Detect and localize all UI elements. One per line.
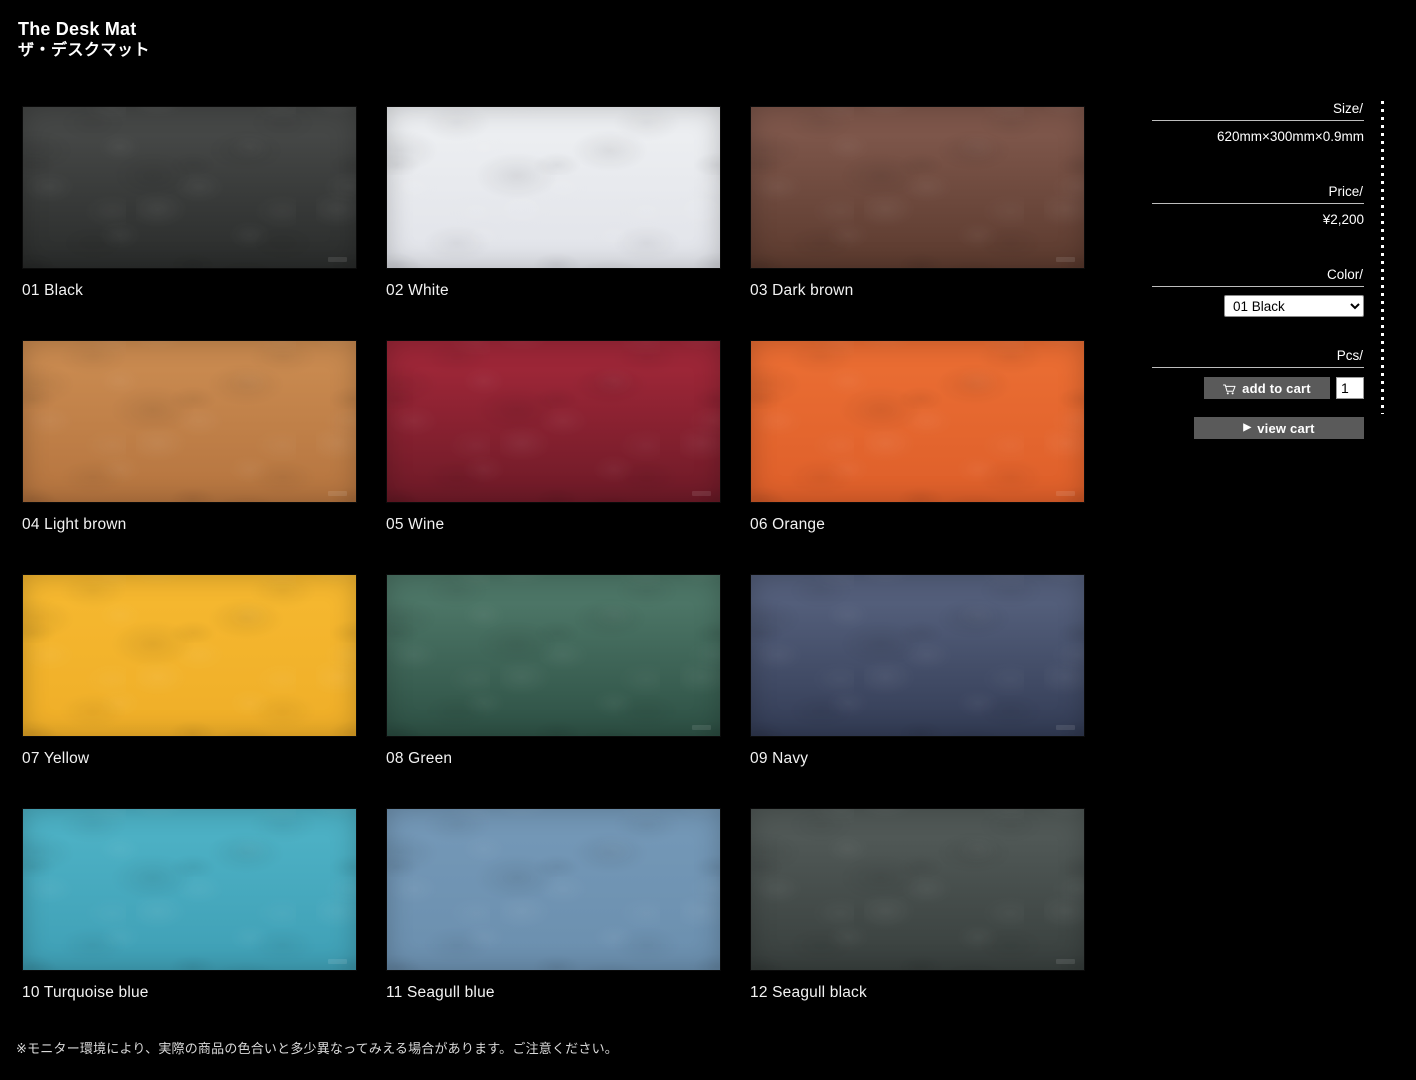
- color-swatch-label: 06 Orange: [750, 516, 826, 533]
- color-swatch-label: 08 Green: [386, 750, 453, 767]
- swatch-vignette: [387, 575, 720, 736]
- pcs-label: Pcs/: [1336, 348, 1363, 363]
- product-detail-panel: Size/ 620mm×300mm×0.9mm Price/ ¥2,200 Co…: [1152, 100, 1364, 439]
- swatch-vignette: [23, 107, 356, 268]
- dotted-divider: [1381, 101, 1384, 414]
- swatch-vignette: [751, 341, 1084, 502]
- color-select[interactable]: 01 Black02 White03 Dark brown04 Light br…: [1224, 295, 1364, 317]
- color-swatch-label: 09 Navy: [750, 750, 809, 767]
- swatch-vignette: [387, 809, 720, 970]
- page-title-jp: ザ・デスクマット: [18, 42, 151, 59]
- color-swatch-cell[interactable]: 11 Seagull blue: [386, 808, 750, 1042]
- view-cart-button[interactable]: ▶ view cart: [1194, 417, 1364, 439]
- color-swatch-cell[interactable]: 03 Dark brown: [750, 106, 1114, 340]
- color-swatch-image[interactable]: [22, 808, 357, 971]
- swatch-vignette: [751, 575, 1084, 736]
- color-swatch-image[interactable]: [750, 106, 1085, 269]
- page-header: The Desk Mat ザ・デスクマット: [18, 18, 150, 62]
- play-triangle-icon: ▶: [1243, 422, 1252, 433]
- swatch-vignette: [387, 341, 720, 502]
- page-title-en: The Desk Mat: [18, 19, 137, 39]
- color-swatch-grid: 01 Black 02 White 03 Dark brown 04 Light br…: [22, 106, 1112, 1042]
- brand-logo-mark-icon: [1056, 959, 1075, 964]
- color-swatch-cell[interactable]: 12 Seagull black: [750, 808, 1114, 1042]
- view-cart-label: view cart: [1257, 420, 1315, 436]
- brand-logo-mark-icon: [1056, 257, 1075, 262]
- cart-icon: [1223, 383, 1236, 394]
- color-swatch-cell[interactable]: 01 Black: [22, 106, 386, 340]
- color-swatch-label: 01 Black: [22, 282, 84, 299]
- color-label: Color/: [1326, 267, 1363, 282]
- color-swatch-image[interactable]: [386, 808, 721, 971]
- color-swatch-cell[interactable]: 04 Light brown: [22, 340, 386, 574]
- color-swatch-image[interactable]: [386, 340, 721, 503]
- color-swatch-cell[interactable]: 05 Wine: [386, 340, 750, 574]
- size-label: Size/: [1332, 101, 1363, 116]
- brand-logo-mark-icon: [692, 725, 711, 730]
- page-root: The Desk Mat ザ・デスクマット 01 Black 02 White 03…: [0, 0, 1416, 1080]
- size-value: 620mm×300mm×0.9mm: [1216, 129, 1364, 144]
- brand-logo-mark-icon: [328, 257, 347, 262]
- color-swatch-image[interactable]: [22, 574, 357, 737]
- color-swatch-image[interactable]: [750, 340, 1085, 503]
- brand-logo-mark-icon: [1056, 491, 1075, 496]
- brand-logo-mark-icon: [328, 491, 347, 496]
- color-swatch-cell[interactable]: 10 Turquoise blue: [22, 808, 386, 1042]
- add-to-cart-label: add to cart: [1242, 380, 1311, 396]
- swatch-vignette: [751, 809, 1084, 970]
- cart-actions-row: add to cart: [1152, 368, 1364, 399]
- color-swatch-label: 07 Yellow: [22, 750, 90, 767]
- color-disclaimer-note: ※モニター環境により、実際の商品の色合いと多少異なってみえる場合があります。ご注…: [16, 1041, 618, 1056]
- color-swatch-image[interactable]: [750, 574, 1085, 737]
- brand-logo-mark-icon: [328, 959, 347, 964]
- color-swatch-label: 04 Light brown: [22, 516, 127, 533]
- swatch-vignette: [387, 107, 720, 268]
- quantity-input[interactable]: [1336, 377, 1364, 399]
- color-swatch-cell[interactable]: 08 Green: [386, 574, 750, 808]
- color-select-row: 01 Black02 White03 Dark brown04 Light br…: [1152, 287, 1364, 317]
- swatch-vignette: [751, 107, 1084, 268]
- color-swatch-image[interactable]: [750, 808, 1085, 971]
- color-swatch-label: 03 Dark brown: [750, 282, 854, 299]
- color-swatch-label: 05 Wine: [386, 516, 445, 533]
- brand-logo-mark-icon: [1056, 725, 1075, 730]
- color-swatch-label: 10 Turquoise blue: [22, 984, 149, 1001]
- color-swatch-image[interactable]: [386, 574, 721, 737]
- swatch-vignette: [23, 809, 356, 970]
- color-swatch-label: 11 Seagull blue: [386, 984, 495, 1001]
- color-swatch-cell[interactable]: 02 White: [386, 106, 750, 340]
- color-swatch-label: 02 White: [386, 282, 449, 299]
- color-swatch-cell[interactable]: 07 Yellow: [22, 574, 386, 808]
- color-swatch-label: 12 Seagull black: [750, 984, 867, 1001]
- price-label: Price/: [1328, 184, 1363, 199]
- add-to-cart-button[interactable]: add to cart: [1204, 377, 1330, 399]
- color-swatch-cell[interactable]: 06 Orange: [750, 340, 1114, 574]
- color-swatch-cell[interactable]: 09 Navy: [750, 574, 1114, 808]
- color-swatch-image[interactable]: [22, 340, 357, 503]
- price-value: ¥2,200: [1322, 212, 1364, 227]
- brand-logo-mark-icon: [692, 491, 711, 496]
- swatch-vignette: [23, 575, 356, 736]
- color-swatch-image[interactable]: [386, 106, 721, 269]
- view-cart-row: ▶ view cart: [1152, 399, 1364, 439]
- color-swatch-image[interactable]: [22, 106, 357, 269]
- swatch-vignette: [23, 341, 356, 502]
